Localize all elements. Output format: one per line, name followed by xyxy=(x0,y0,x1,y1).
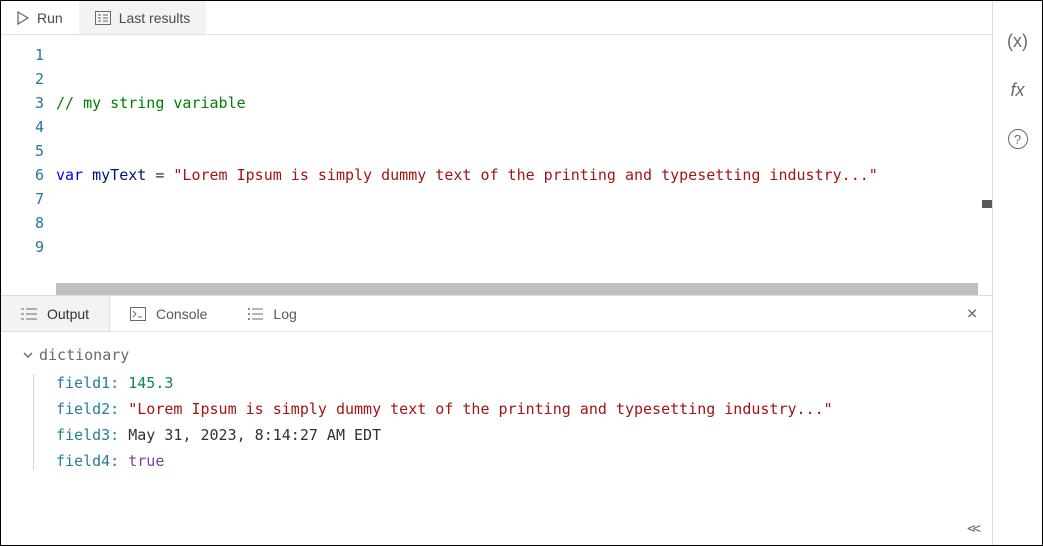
close-panel-icon[interactable]: ✕ xyxy=(966,305,978,322)
result-value: May 31, 2023, 8:14:27 AM EDT xyxy=(128,426,381,444)
line-number: 9 xyxy=(1,235,44,259)
side-toolbar: (x) fx ? xyxy=(992,1,1042,545)
code-token: var xyxy=(56,166,83,184)
line-number: 6 xyxy=(1,163,44,187)
variables-icon[interactable]: (x) xyxy=(1007,31,1028,52)
tab-output[interactable]: Output xyxy=(1,296,110,331)
code-token: // my string variable xyxy=(56,94,246,112)
top-toolbar: Run Last results xyxy=(1,1,992,35)
line-number: 4 xyxy=(1,115,44,139)
log-icon xyxy=(247,307,263,321)
result-type-label: dictionary xyxy=(39,346,129,364)
result-value: true xyxy=(128,452,164,470)
run-label: Run xyxy=(37,10,63,26)
play-icon xyxy=(17,11,29,25)
code-editor[interactable]: 1 2 3 4 5 6 7 8 9 // my string variable … xyxy=(1,35,992,295)
result-key: field4: xyxy=(56,452,119,470)
line-number: 7 xyxy=(1,187,44,211)
tab-output-label: Output xyxy=(47,306,89,322)
dictionary-body: field1: 145.3 field2: "Lorem Ipsum is si… xyxy=(33,374,970,470)
tab-log[interactable]: Log xyxy=(227,296,316,331)
code-token: myText xyxy=(92,166,146,184)
last-results-label: Last results xyxy=(119,10,191,26)
horizontal-scrollbar[interactable] xyxy=(56,283,978,295)
code-area[interactable]: // my string variable var myText = "Lore… xyxy=(56,35,992,295)
help-icon[interactable]: ? xyxy=(1008,129,1028,149)
last-results-button[interactable]: Last results xyxy=(79,1,207,34)
line-number: 8 xyxy=(1,211,44,235)
result-type-header[interactable]: dictionary xyxy=(23,346,970,364)
result-key: field3: xyxy=(56,426,119,444)
vertical-scrollbar-track[interactable] xyxy=(978,35,992,295)
line-number: 2 xyxy=(1,67,44,91)
code-token: = xyxy=(146,166,173,184)
run-button[interactable]: Run xyxy=(1,1,79,34)
collapse-panel-icon[interactable]: << xyxy=(967,521,978,537)
result-key: field2: xyxy=(56,400,119,418)
result-value: "Lorem Ipsum is simply dummy text of the… xyxy=(128,400,832,418)
vertical-scrollbar-thumb[interactable] xyxy=(982,200,992,208)
tab-console-label: Console xyxy=(156,306,207,322)
result-row: field1: 145.3 xyxy=(56,374,970,392)
code-token: "Lorem Ipsum is simply dummy text of the… xyxy=(173,166,877,184)
bottom-tabs: Output Console Log ✕ xyxy=(1,296,992,332)
line-number: 3 xyxy=(1,91,44,115)
line-number: 5 xyxy=(1,139,44,163)
result-row: field4: true xyxy=(56,452,970,470)
functions-icon[interactable]: fx xyxy=(1010,80,1024,101)
console-icon xyxy=(130,307,146,321)
tab-console[interactable]: Console xyxy=(110,296,227,331)
output-list-icon xyxy=(21,307,37,321)
result-value: 145.3 xyxy=(128,374,173,392)
results-icon xyxy=(95,11,111,25)
bottom-panel: Output Console Log ✕ dictionary xyxy=(1,295,992,545)
result-row: field3: May 31, 2023, 8:14:27 AM EDT xyxy=(56,426,970,444)
line-number: 1 xyxy=(1,43,44,67)
tab-log-label: Log xyxy=(273,306,296,322)
result-row: field2: "Lorem Ipsum is simply dummy tex… xyxy=(56,400,970,418)
results-area: dictionary field1: 145.3 field2: "Lorem … xyxy=(1,332,992,545)
main-column: Run Last results 1 2 3 4 5 6 7 8 9 // my… xyxy=(1,1,992,545)
line-gutter: 1 2 3 4 5 6 7 8 9 xyxy=(1,35,56,295)
chevron-down-icon xyxy=(23,350,33,360)
result-key: field1: xyxy=(56,374,119,392)
